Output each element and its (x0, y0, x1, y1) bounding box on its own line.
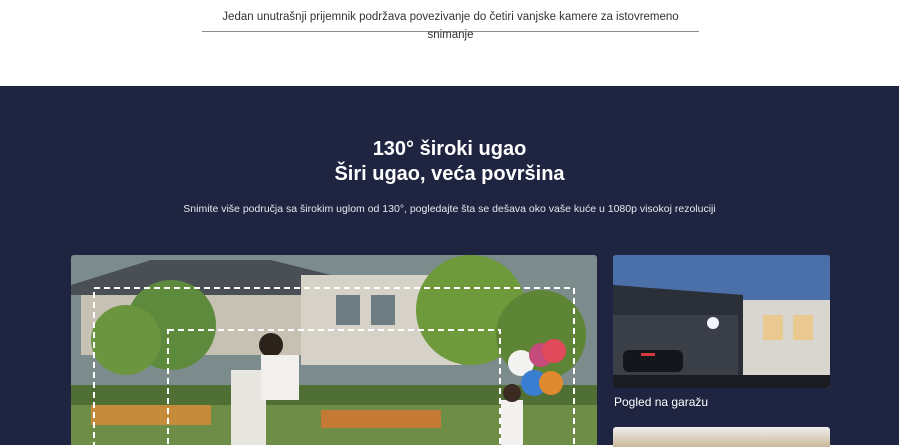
section-title-line2: Širi ugao, veća površina (334, 163, 565, 185)
wide-angle-demo-image (71, 255, 597, 445)
wide-angle-section: 130° široki ugao Širi ugao, veća površin… (0, 86, 899, 447)
garage-illustration (613, 255, 830, 388)
section-subtitle: Snimite više područja sa širokim uglom o… (183, 203, 716, 215)
section-title-line1: 130° široki ugao (372, 138, 527, 160)
garage-view-label: Pogled na garažu (614, 395, 709, 409)
top-caption: Jedan unutrašnji prijemnik podržava pove… (202, 8, 699, 41)
family-scene-illustration (71, 255, 597, 445)
second-side-image (613, 427, 830, 447)
top-caption-area: Jedan unutrašnji prijemnik podržava pove… (0, 0, 899, 86)
garage-view-image (613, 255, 830, 388)
